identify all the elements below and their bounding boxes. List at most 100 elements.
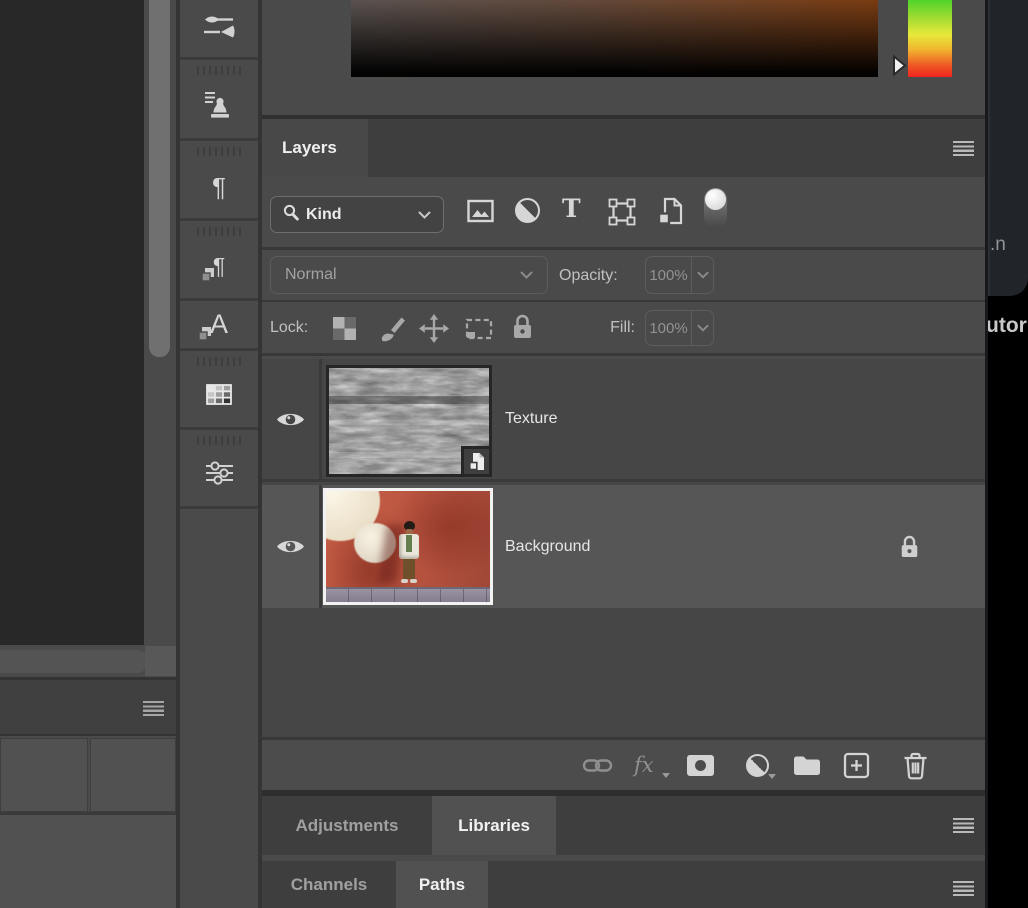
blend-mode-dropdown[interactable]: Normal: [270, 256, 548, 294]
panel-grip: [197, 357, 241, 366]
filter-kind-label: Kind: [306, 206, 418, 224]
color-table-icon: [205, 383, 233, 411]
fill-input[interactable]: 100%: [645, 310, 714, 346]
color-field[interactable]: [351, 0, 878, 77]
delete-layer-button[interactable]: [902, 740, 929, 790]
chevron-down-icon: [520, 266, 533, 284]
triangle-down-icon: [768, 774, 776, 779]
adjustment-layer-icon: [746, 754, 769, 777]
smart-object-badge: [461, 446, 492, 477]
left-panel-header: [0, 680, 176, 736]
tab-libraries[interactable]: Libraries: [432, 796, 556, 855]
panel-button-character-styles[interactable]: A: [180, 301, 258, 351]
chevron-down-icon[interactable]: [692, 311, 713, 345]
new-adjustment-layer-button[interactable]: [746, 740, 769, 790]
chevron-down-icon[interactable]: [692, 257, 713, 293]
pavement: [326, 587, 490, 602]
paths-panel-menu-icon[interactable]: [953, 881, 974, 896]
trash-icon: [902, 751, 929, 780]
lock-all-icon[interactable]: [511, 313, 534, 346]
eye-icon[interactable]: [275, 409, 306, 430]
fx-icon: fx: [634, 753, 654, 777]
panel-button-properties[interactable]: [180, 430, 258, 509]
tab-label: Adjustments: [296, 816, 399, 836]
layer-row-background[interactable]: Background: [262, 485, 985, 608]
filter-kind-dropdown[interactable]: Kind: [270, 196, 444, 233]
layers-panel-menu-icon[interactable]: [953, 141, 974, 156]
vertical-scrollbar-thumb[interactable]: [149, 0, 170, 357]
triangle-down-icon: [662, 773, 670, 778]
filter-type-layers-icon[interactable]: T: [562, 194, 581, 224]
filtering-toggle[interactable]: [704, 188, 727, 229]
paragraph-icon: ¶: [212, 174, 226, 200]
layer-name[interactable]: Background: [505, 485, 590, 608]
scrollbar-corner: [145, 646, 176, 676]
horizontal-scrollbar-thumb[interactable]: [0, 650, 148, 673]
smart-object-page-icon: [469, 452, 485, 471]
left-panel-cell[interactable]: [90, 738, 176, 812]
link-layers-button[interactable]: [582, 740, 613, 790]
canvas-area: [0, 0, 144, 645]
tab-channels[interactable]: Channels: [262, 861, 396, 908]
layer-filter-row: Kind T: [262, 177, 985, 250]
filter-smart-objects-icon[interactable]: [657, 197, 684, 231]
panel-column-empty: [180, 509, 258, 809]
tab-bar-channels-paths: Channels Paths: [262, 861, 985, 908]
layer-style-button[interactable]: fx: [634, 740, 654, 790]
layers-tab-label: Layers: [282, 138, 337, 158]
left-panel-cell[interactable]: [0, 738, 88, 812]
filter-shape-layers-icon[interactable]: [608, 198, 636, 231]
hue-slider[interactable]: [908, 0, 952, 77]
collapsed-panels-column: ¶ ¶ A: [180, 0, 258, 908]
layer-lock-icon[interactable]: [899, 534, 920, 565]
layer-thumbnail-texture[interactable]: [326, 365, 492, 477]
layers-tab-bar: [262, 119, 985, 177]
panel-button-clone-source[interactable]: [180, 60, 258, 141]
layer-thumbnail-background[interactable]: [323, 488, 493, 605]
eye-icon[interactable]: [275, 536, 306, 557]
tab-bar-adjustments-libraries: Adjustments Libraries: [262, 796, 985, 855]
add-layer-mask-button[interactable]: [687, 740, 714, 790]
layer-row-texture[interactable]: Texture: [262, 359, 985, 482]
panel-button-color-table[interactable]: [180, 351, 258, 430]
tab-adjustments[interactable]: Adjustments: [262, 796, 432, 855]
man-figure: [396, 521, 422, 587]
lock-pixels-brush-icon[interactable]: [379, 316, 406, 348]
panel-button-brush-settings[interactable]: [180, 0, 258, 60]
toggle-ball: [705, 189, 726, 210]
blend-mode-value: Normal: [285, 266, 337, 284]
tab-layers[interactable]: Layers: [262, 119, 368, 177]
new-layer-button[interactable]: [843, 740, 870, 790]
panel-button-paragraph-styles[interactable]: ¶: [180, 221, 258, 301]
fill-value: 100%: [646, 311, 692, 345]
visibility-cell[interactable]: [262, 485, 322, 608]
new-group-button[interactable]: [792, 740, 822, 790]
styles-squares-icon: [198, 326, 212, 341]
lock-position-icon[interactable]: [419, 314, 449, 348]
filter-adjustment-layers-icon[interactable]: [515, 198, 540, 223]
libraries-panel-menu-icon[interactable]: [953, 818, 974, 833]
brush-settings-icon: [203, 13, 235, 44]
layer-name[interactable]: Texture: [505, 359, 557, 479]
background-window-text: utor: [986, 314, 1027, 338]
hue-slider-pointer[interactable]: [891, 54, 908, 82]
lock-row: Lock:: [262, 302, 985, 356]
lock-artboard-nesting-icon[interactable]: [463, 316, 495, 347]
visibility-cell[interactable]: [262, 359, 322, 479]
panel-menu-icon[interactable]: [143, 701, 164, 716]
panel-button-paragraph[interactable]: ¶: [180, 141, 258, 221]
photoshop-workspace: ¶ ¶ A: [0, 0, 1028, 908]
chevron-down-icon: [418, 206, 431, 224]
link-icon: [582, 757, 613, 774]
styles-squares-icon: [201, 267, 215, 282]
panel-grip: [197, 66, 241, 75]
lock-transparency-icon[interactable]: [332, 316, 357, 346]
layers-list: Texture: [262, 359, 985, 740]
tab-paths[interactable]: Paths: [396, 861, 488, 908]
folder-icon: [792, 753, 822, 777]
character-styles-icon: A: [210, 309, 228, 339]
layers-footer-toolbar: fx: [262, 740, 985, 790]
opacity-input[interactable]: 100%: [645, 256, 714, 294]
filter-pixel-layers-icon[interactable]: [467, 198, 494, 229]
tab-label: Paths: [419, 875, 465, 895]
